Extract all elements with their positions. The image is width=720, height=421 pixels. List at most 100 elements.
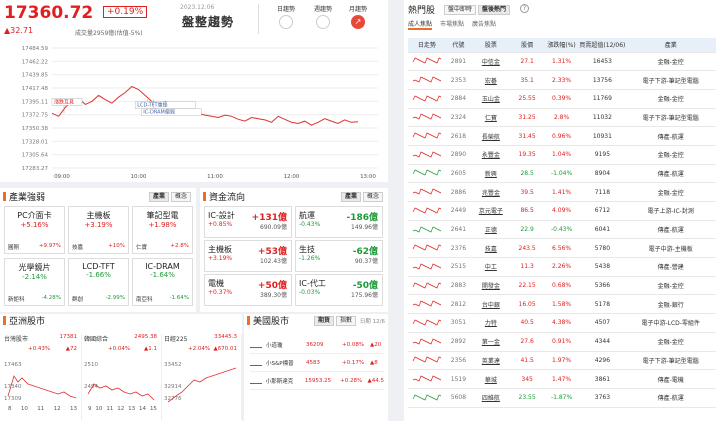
industry-leader: 南亞科 -1.64% (136, 295, 189, 303)
asia-market-card[interactable]: 台灣股市 17381 +0.43% ▲72 17463 17340 17309 8 10 11 12… (4, 334, 82, 420)
tab-intraday[interactable]: 盤中即時 (444, 5, 477, 15)
stock-industry: 傳產-航運 (625, 220, 716, 240)
stock-name-link[interactable]: 正德 (485, 227, 497, 234)
stock-name-link[interactable]: 京元電子 (479, 208, 503, 215)
stock-name-link[interactable]: 第一金 (482, 339, 500, 346)
flow-item[interactable]: 電機 +0.37% +50億 389.30億 (204, 274, 292, 306)
table-row[interactable]: 2886 兆豐金 39.5 1.41% 7118 金融-金控 (408, 182, 716, 202)
stock-amount: 8904 (579, 164, 626, 184)
stock-name-link[interactable]: 華城 (485, 377, 497, 384)
stock-name-link[interactable]: 四維航 (482, 395, 500, 402)
tab-industry[interactable]: 產業 (148, 192, 169, 202)
stock-code: 2812 (445, 294, 472, 315)
y-tick-label: 17350.38 (22, 126, 49, 132)
table-row[interactable]: 2884 玉山金 25.55 0.39% 11769 金融-金控 (408, 89, 716, 109)
stock-name-cell: 玉山金 (471, 89, 511, 109)
flow-item[interactable]: 航運 -0.43% -186億 149.96億 (295, 206, 383, 238)
stock-name-link[interactable]: 仁寶 (485, 115, 497, 122)
column-header: 漲跌幅(%) (543, 38, 580, 53)
stock-name-link[interactable]: 兆豐金 (482, 190, 500, 197)
table-row[interactable]: 2891 中信金 27.1 1.31% 16453 金融-金控 (408, 52, 716, 72)
stock-name-link[interactable]: 宏碁 (485, 78, 497, 85)
flow-volume: 175.96億 (351, 292, 378, 299)
stock-name-link[interactable]: 玉山金 (482, 96, 500, 103)
table-row[interactable]: 1519 華城 345 1.47% 3861 傳產-電機 (408, 369, 716, 389)
index-change-pct: +0.19% (103, 6, 148, 18)
y-tick-label: 17462.22 (22, 59, 48, 65)
table-row[interactable]: 2883 開發金 22.15 0.68% 5366 金融-金控 (408, 276, 716, 296)
asia-header: 亞洲股市 (3, 314, 45, 327)
stock-name-link[interactable]: 開發金 (482, 283, 500, 290)
industry-card[interactable]: LCD-TFT -1.66% 群創 -2.99% (68, 258, 129, 306)
leader-pct: +10% (108, 243, 125, 249)
table-row[interactable]: 2890 永豐金 19.35 1.04% 9195 金融-金控 (408, 145, 716, 165)
stock-name-link[interactable]: 英業達 (482, 358, 500, 365)
asia-market-card[interactable]: 日經225 33445.3 +2.04% ▲670.01 33452 32914 32776 (164, 334, 242, 420)
stock-name-link[interactable]: 永豐金 (482, 152, 500, 159)
flow-item[interactable]: IC-設計 +0.85% +131億 690.09億 (204, 206, 292, 238)
column-header: 代號 (445, 38, 472, 53)
x-tick-label: 11 (106, 406, 114, 412)
tab-after-hours[interactable]: 盤後熱門 (478, 5, 511, 15)
asia-market-card[interactable]: 韓國綜合 2495.38 +0.04% ▲1.1 2510 2494 9 10 11 12 13 14… (84, 334, 162, 420)
stock-name-link[interactable]: 技嘉 (485, 246, 497, 253)
stock-name-link[interactable]: 中信金 (482, 59, 500, 66)
stock-name-link[interactable]: 台中銀 (482, 302, 500, 309)
industry-card[interactable]: 光學鏡片 -2.14% 新鉅科 -4.28% (4, 258, 65, 306)
trend-month-label: 月趨勢 (348, 6, 367, 13)
industry-card[interactable]: 筆記型電 +1.98% 仁寶 +2.8% (132, 206, 193, 254)
stock-name-link[interactable]: 新興 (485, 171, 497, 178)
flow-item[interactable]: IC-代工 -0.03% -50億 175.96億 (295, 274, 383, 306)
tab-concept[interactable]: 概念 (170, 192, 191, 202)
x-tick-label: 9 (88, 406, 92, 412)
stock-name-link[interactable]: 力特 (485, 320, 497, 327)
stock-code: 2890 (445, 145, 472, 165)
table-row[interactable]: 2892 第一金 27.6 0.91% 4344 金融-金控 (408, 332, 716, 352)
us-row[interactable]: 小道瓊 36209 +0.08% ▲20 (250, 336, 384, 354)
subtab-focus-1[interactable]: 成人焦點 (408, 19, 433, 30)
stock-name-link[interactable]: 長榮航 (482, 134, 500, 141)
stock-amount: 5438 (579, 257, 626, 277)
table-row[interactable]: 2449 京元電子 86.5 4.09% 6712 電子上游-IC-封測 (408, 201, 716, 221)
tab-index[interactable]: 指數 (336, 316, 357, 326)
sparkline-path (412, 263, 441, 270)
trend-month-button[interactable]: 月趨勢 ↗ (342, 4, 374, 29)
table-row[interactable]: 5608 四維航 23.55 -1.87% 3763 傳產-航運 (408, 388, 716, 408)
tab-industry[interactable]: 產業 (340, 192, 361, 202)
tab-futures[interactable]: 期貨 (314, 316, 335, 326)
stock-pct: 1.04% (543, 145, 580, 165)
table-row[interactable]: 2515 中工 11.3 2.26% 5438 傳產-營建 (408, 257, 716, 277)
stock-name-link[interactable]: 中工 (485, 264, 497, 271)
table-row[interactable]: 2812 台中銀 16.05 1.58% 5178 金融-銀行 (408, 294, 716, 315)
sparkline-path (412, 169, 441, 176)
industry-name: 光學鏡片 (18, 263, 51, 272)
us-row[interactable]: 小那斯達克 15953.25 +0.28% ▲44.5 (250, 372, 384, 390)
table-row[interactable]: 2376 技嘉 243.5 6.56% 5780 電子中游-主機板 (408, 238, 716, 259)
trend-week-button[interactable]: 週趨勢 (307, 4, 339, 29)
industry-card[interactable]: IC-DRAM -1.64% 南亞科 -1.64% (132, 258, 193, 306)
table-row[interactable]: 2618 長榮航 31.45 0.96% 10931 傳產-航運 (408, 126, 716, 146)
trend-day-icon (279, 15, 293, 29)
table-row[interactable]: 3051 力特 40.5 4.38% 4507 電子中游-LCD-零組件 (408, 313, 716, 333)
table-row[interactable]: 2353 宏碁 35.1 2.33% 13756 電子下游-筆記型電腦 (408, 70, 716, 90)
stock-code: 2884 (445, 89, 472, 109)
row-sparkline (412, 113, 441, 120)
flow-item[interactable]: 生技 -1.26% -62億 90.37億 (295, 240, 383, 272)
stock-amount: 4296 (579, 351, 626, 371)
tab-concept[interactable]: 概念 (362, 192, 383, 202)
subtab-focus-2[interactable]: 市場焦點 (440, 19, 464, 30)
us-row[interactable]: 小S&P標普 4583 +0.17% ▲8 (250, 354, 384, 372)
table-row[interactable]: 2356 英業達 41.5 1.97% 4296 電子下游-筆記型電腦 (408, 351, 716, 371)
help-icon[interactable]: ? (520, 4, 529, 13)
table-row[interactable]: 2324 仁寶 31.25 2.8% 11032 電子下游-筆記型電腦 (408, 108, 716, 128)
row-sparkline (412, 300, 441, 307)
trend-day-button[interactable]: 日趨勢 (270, 4, 302, 29)
industry-card[interactable]: 主機板 +3.19% 技嘉 +10% (68, 206, 129, 254)
table-row[interactable]: 2605 新興 28.5 -1.04% 8904 傳產-航運 (408, 164, 716, 184)
industry-card[interactable]: PC介面卡 +5.16% 圓剛 +9.97% (4, 206, 65, 254)
table-row[interactable]: 2641 正德 22.9 -0.43% 6041 傳產-航運 (408, 220, 716, 240)
flow-item[interactable]: 主機板 +3.19% +53億 102.43億 (204, 240, 292, 272)
leader-pct: +9.97% (38, 243, 61, 249)
subtab-focus-3[interactable]: 廣告焦點 (472, 19, 496, 30)
trend-month-icon: ↗ (351, 15, 365, 29)
